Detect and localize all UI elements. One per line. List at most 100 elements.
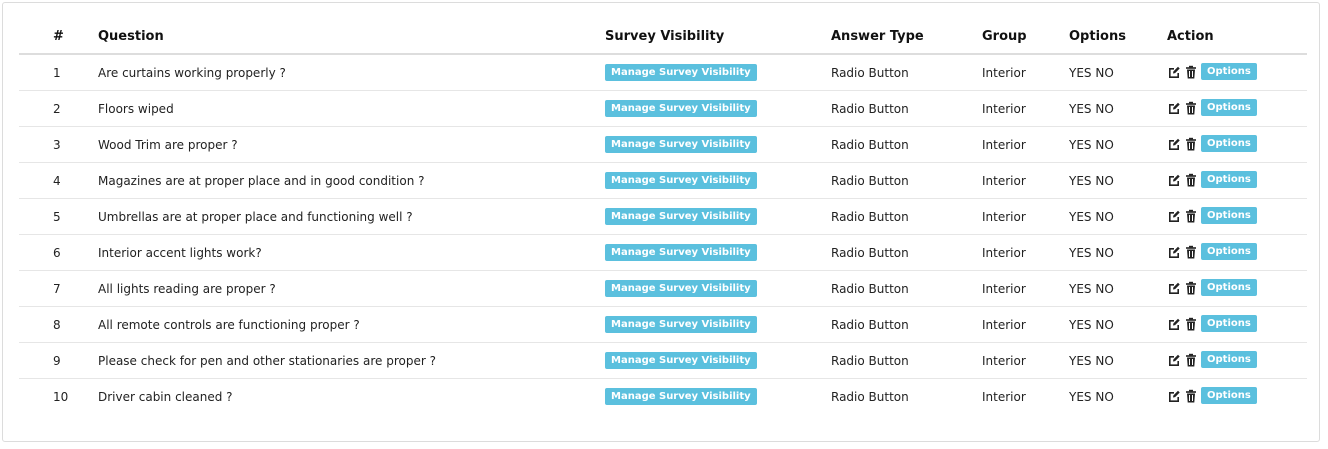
options-values: YES NO: [1069, 234, 1167, 271]
question-text: Wood Trim are proper ?: [98, 126, 605, 163]
question-text: Are curtains working properly ?: [98, 65, 286, 80]
question-text: All remote controls are functioning prop…: [98, 306, 605, 343]
row-number: 6: [19, 234, 98, 271]
options-button[interactable]: Options: [1201, 99, 1257, 117]
header-question: Question: [98, 19, 605, 55]
table-row: 10 Driver cabin cleaned ? Manage Survey Vi…: [19, 378, 1307, 414]
options-button[interactable]: Options: [1201, 351, 1257, 369]
answer-type: Radio Button: [831, 342, 982, 379]
edit-icon[interactable]: [1167, 65, 1181, 79]
group-name: Interior: [982, 198, 1069, 235]
question-text: Floors wiped: [98, 90, 605, 127]
options-button[interactable]: Options: [1201, 135, 1257, 153]
manage-survey-visibility-button[interactable]: Manage Survey Visibility: [605, 64, 757, 81]
question-text: Interior accent lights work?: [98, 234, 605, 271]
answer-type: Radio Button: [831, 90, 982, 127]
trash-icon[interactable]: [1184, 317, 1198, 331]
options-button[interactable]: Options: [1201, 63, 1257, 81]
manage-survey-visibility-button[interactable]: Manage Survey Visibility: [605, 280, 757, 297]
options-button[interactable]: Options: [1201, 243, 1257, 261]
row-number: 8: [19, 306, 98, 343]
options-values: YES NO: [1069, 126, 1167, 163]
trash-icon[interactable]: [1184, 389, 1198, 403]
row-number: 4: [19, 162, 98, 199]
edit-icon[interactable]: [1167, 209, 1181, 223]
question-text: Please check for pen and other stationar…: [98, 342, 605, 379]
options-button[interactable]: Options: [1201, 207, 1257, 225]
trash-icon[interactable]: [1184, 209, 1198, 223]
edit-icon[interactable]: [1167, 317, 1181, 331]
questions-panel: # Question Survey Visibility Answer Type…: [2, 2, 1320, 442]
row-number: 1: [53, 65, 61, 80]
row-actions: Options: [1167, 351, 1257, 369]
table-row: 6 Interior accent lights work? Manage Surv…: [19, 234, 1307, 271]
row-number: 2: [19, 90, 98, 127]
row-actions: Options: [1167, 387, 1257, 405]
answer-type: Radio Button: [831, 306, 982, 343]
answer-type: Radio Button: [831, 378, 982, 414]
edit-icon[interactable]: [1167, 353, 1181, 367]
group-name: Interior: [982, 126, 1069, 163]
table-header-row: # Question Survey Visibility Answer Type…: [19, 19, 1307, 55]
header-survey-visibility: Survey Visibility: [605, 19, 831, 55]
edit-icon[interactable]: [1167, 101, 1181, 115]
trash-icon[interactable]: [1184, 137, 1198, 151]
manage-survey-visibility-button[interactable]: Manage Survey Visibility: [605, 352, 757, 369]
options-values: YES NO: [1069, 306, 1167, 343]
manage-survey-visibility-button[interactable]: Manage Survey Visibility: [605, 316, 757, 333]
question-text: All lights reading are proper ?: [98, 270, 605, 307]
options-button[interactable]: Options: [1201, 315, 1257, 333]
question-text: Umbrellas are at proper place and functi…: [98, 198, 605, 235]
row-number: 9: [19, 342, 98, 379]
header-answer-type: Answer Type: [831, 19, 982, 55]
options-values: YES NO: [1069, 90, 1167, 127]
edit-icon[interactable]: [1167, 173, 1181, 187]
options-button[interactable]: Options: [1201, 279, 1257, 297]
group-name: Interior: [982, 270, 1069, 307]
edit-icon[interactable]: [1167, 245, 1181, 259]
table-row: 9 Please check for pen and other stationa…: [19, 342, 1307, 379]
header-group: Group: [982, 19, 1069, 55]
header-number: #: [19, 19, 98, 55]
options-values: YES NO: [1069, 270, 1167, 307]
manage-survey-visibility-button[interactable]: Manage Survey Visibility: [605, 100, 757, 117]
row-number: 5: [19, 198, 98, 235]
edit-icon[interactable]: [1167, 281, 1181, 295]
group-name: Interior: [982, 162, 1069, 199]
group-name: Interior: [982, 90, 1069, 127]
group-name: Interior: [982, 234, 1069, 271]
table-row: 4 Magazines are at proper place and in go…: [19, 162, 1307, 199]
trash-icon[interactable]: [1184, 173, 1198, 187]
row-actions: Options: [1167, 315, 1257, 333]
question-text: Magazines are at proper place and in goo…: [98, 162, 605, 199]
options-button[interactable]: Options: [1201, 387, 1257, 405]
row-actions: Options: [1167, 99, 1257, 117]
trash-icon[interactable]: [1184, 245, 1198, 259]
manage-survey-visibility-button[interactable]: Manage Survey Visibility: [605, 244, 757, 261]
row-actions: Options: [1167, 207, 1257, 225]
trash-icon[interactable]: [1184, 65, 1198, 79]
manage-survey-visibility-button[interactable]: Manage Survey Visibility: [605, 388, 757, 405]
row-actions: Options: [1167, 135, 1257, 153]
table-row: 5 Umbrellas are at proper place and funct…: [19, 198, 1307, 235]
group-name: Interior: [982, 378, 1069, 414]
answer-type: Radio Button: [831, 65, 909, 80]
trash-icon[interactable]: [1184, 353, 1198, 367]
trash-icon[interactable]: [1184, 101, 1198, 115]
manage-survey-visibility-button[interactable]: Manage Survey Visibility: [605, 136, 757, 153]
group-name: Interior: [982, 342, 1069, 379]
options-button[interactable]: Options: [1201, 171, 1257, 189]
edit-icon[interactable]: [1167, 389, 1181, 403]
trash-icon[interactable]: [1184, 281, 1198, 295]
answer-type: Radio Button: [831, 270, 982, 307]
questions-table: # Question Survey Visibility Answer Type…: [19, 19, 1307, 414]
edit-icon[interactable]: [1167, 137, 1181, 151]
row-number: 7: [19, 270, 98, 307]
manage-survey-visibility-button[interactable]: Manage Survey Visibility: [605, 172, 757, 189]
options-values: YES NO: [1069, 198, 1167, 235]
row-number: 3: [19, 126, 98, 163]
table-row: 1 Are curtains working properly ? Manage S…: [19, 54, 1307, 91]
manage-survey-visibility-button[interactable]: Manage Survey Visibility: [605, 208, 757, 225]
row-number: 10: [19, 378, 98, 414]
row-actions: Options: [1167, 63, 1257, 81]
